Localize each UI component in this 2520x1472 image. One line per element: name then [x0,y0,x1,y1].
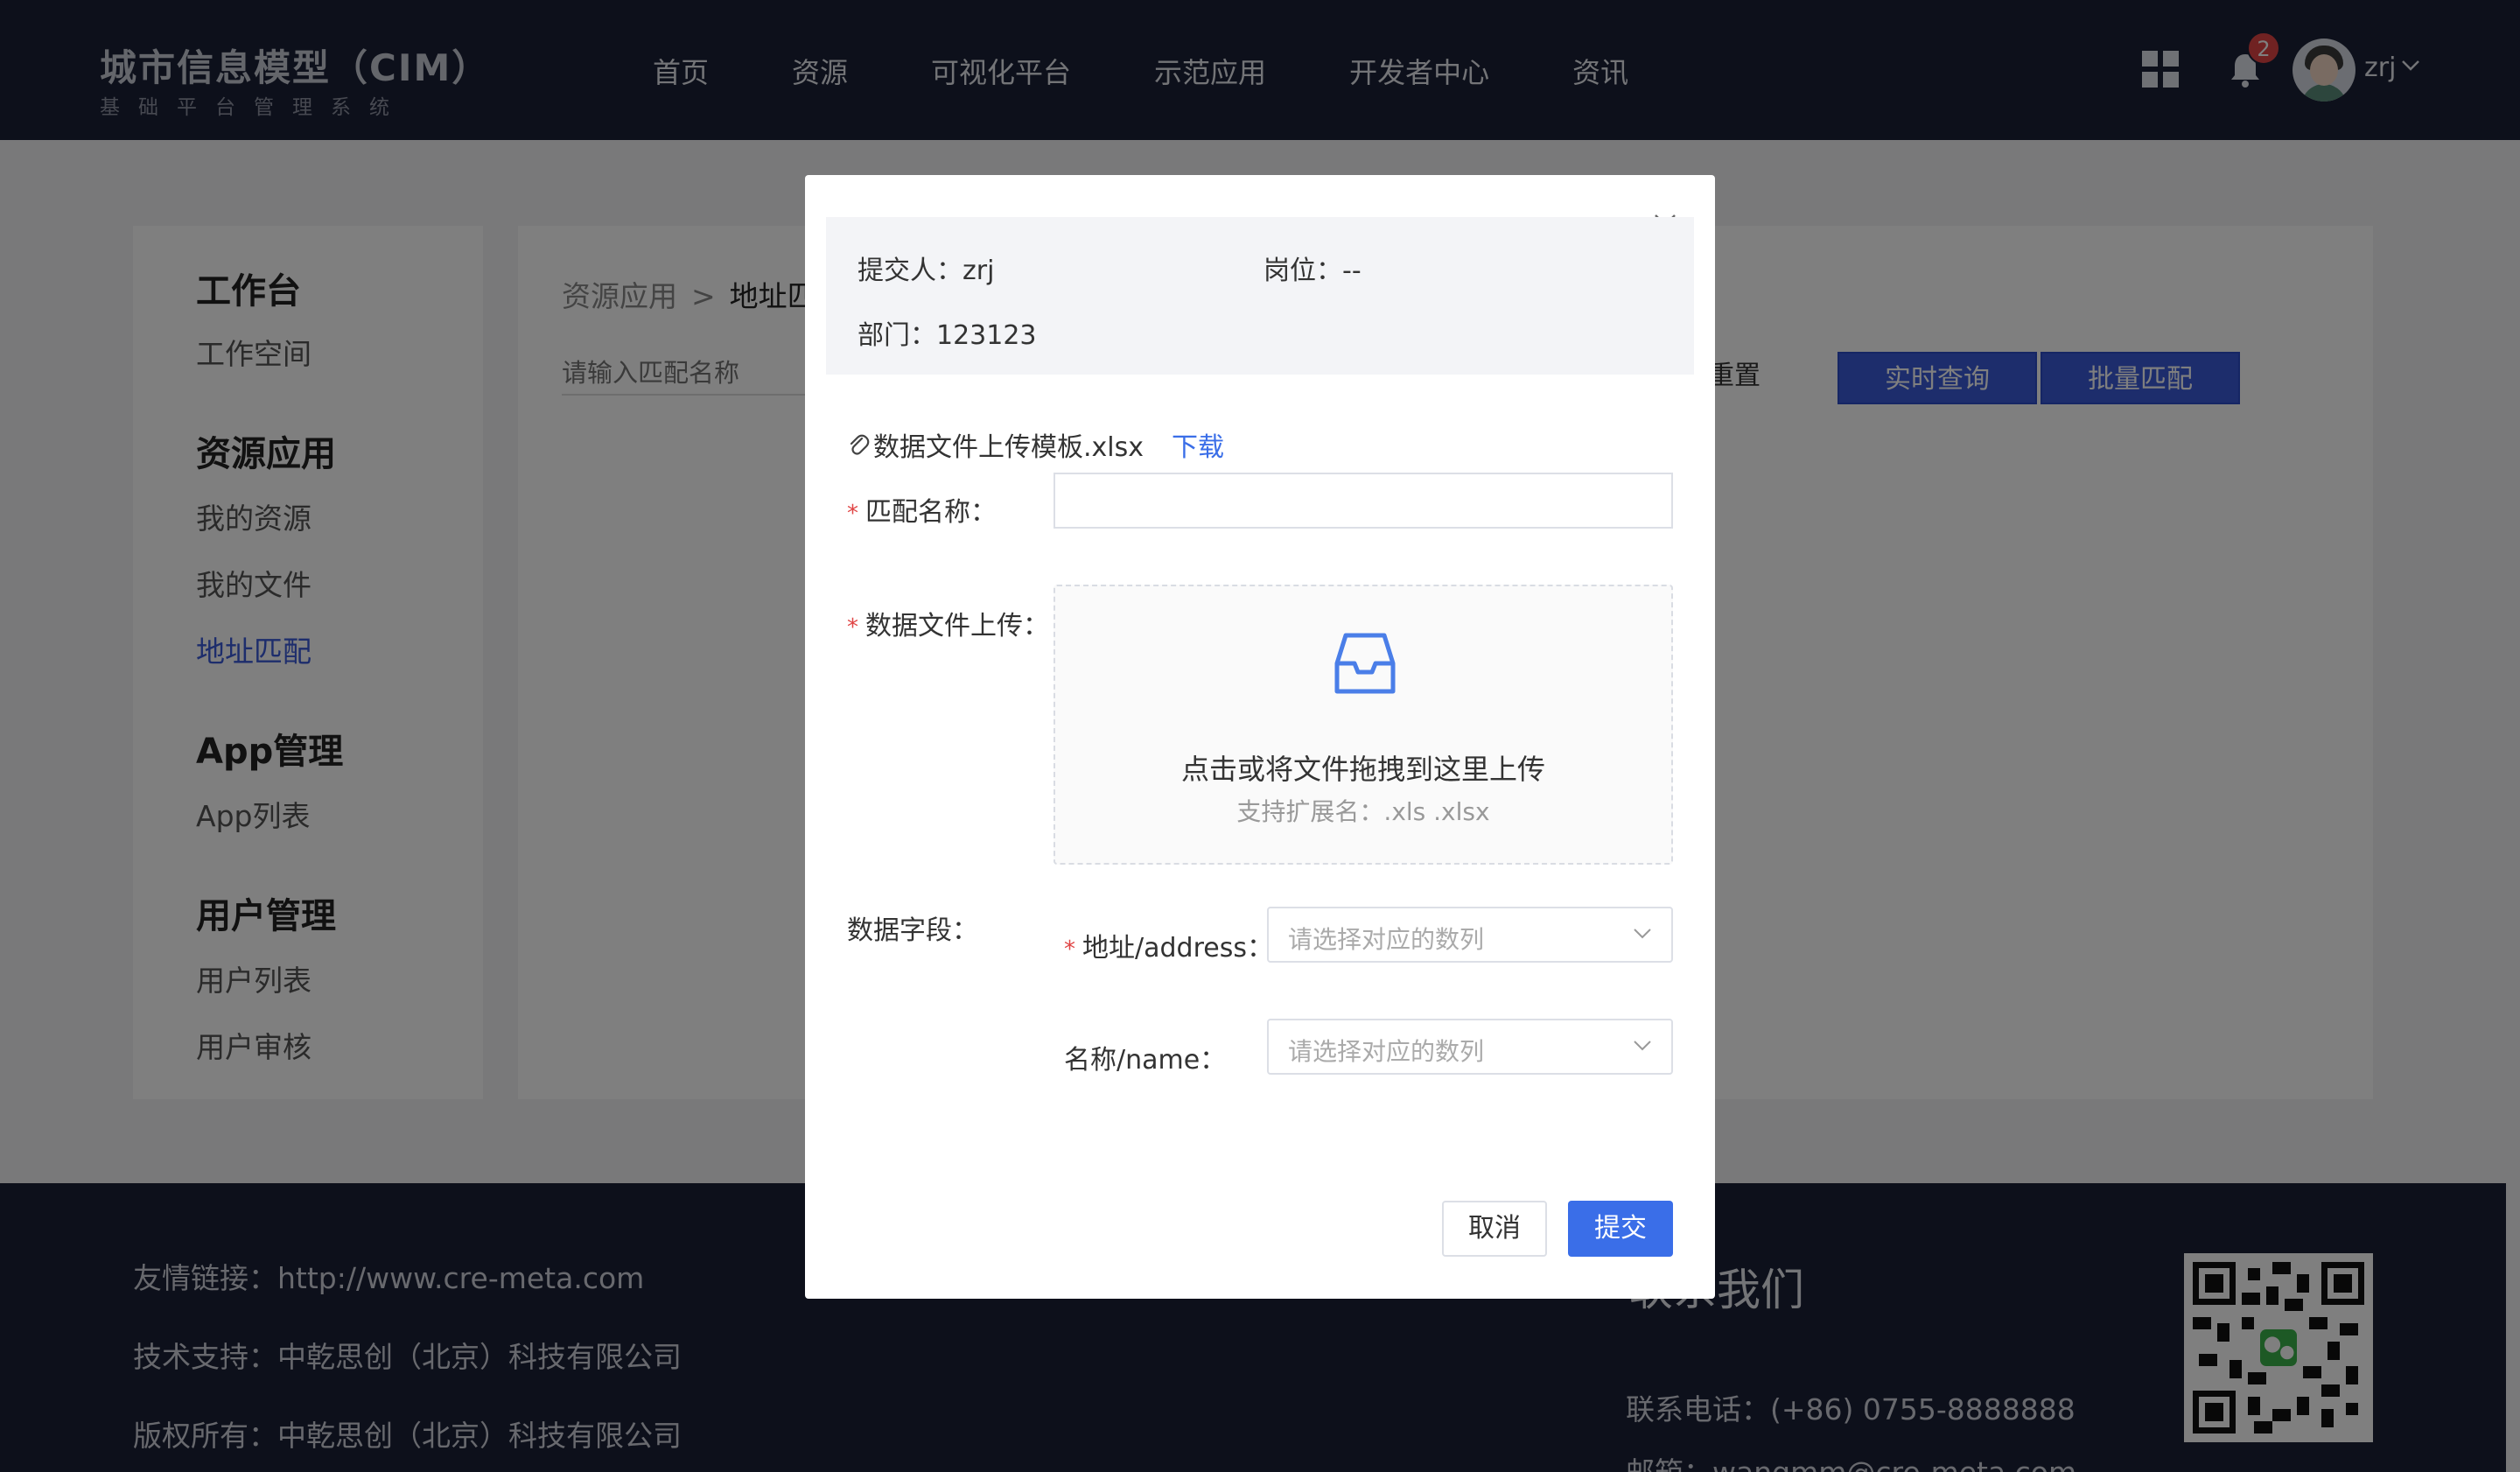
name-field-label: 名称/name： [1064,1045,1227,1076]
select-placeholder: 请选择对应的数列 [1288,1037,1485,1066]
submitter-label: 提交人：zrj [858,256,995,286]
download-link[interactable]: 下载 [1172,425,1224,464]
required-mark: * [1064,936,1075,963]
department-label: 部门：123123 [858,320,1037,351]
position-label: 岗位：-- [1264,256,1362,286]
match-name-label: * 匹配名称： [847,497,997,528]
match-name-field[interactable] [1054,473,1673,529]
chevron-down-icon [1634,1041,1651,1051]
name-column-select[interactable]: 请选择对应的数列 [1267,1019,1673,1075]
upload-label: * 数据文件上传： [847,611,1049,641]
required-mark: * [847,501,858,527]
template-file-row: 数据文件上传模板.xlsx 下载 [847,425,1224,464]
select-placeholder: 请选择对应的数列 [1288,925,1485,954]
file-upload-dropzone[interactable]: 点击或将文件拖拽到这里上传 支持扩展名：.xls .xlsx [1054,585,1673,865]
required-mark: * [847,614,858,641]
submitter-info-panel: 提交人：zrj 岗位：-- 部门：123123 [826,217,1694,375]
upload-extension-hint: 支持扩展名：.xls .xlsx [1236,797,1490,826]
submit-button[interactable]: 提交 [1568,1201,1673,1257]
template-file-name[interactable]: 数据文件上传模板.xlsx [873,425,1144,464]
paperclip-icon [850,434,870,455]
address-field-label: * 地址/address： [1064,933,1273,964]
upload-instruction: 点击或将文件拖拽到这里上传 [1180,753,1545,786]
address-column-select[interactable]: 请选择对应的数列 [1267,907,1673,963]
cancel-button[interactable]: 取消 [1442,1201,1547,1257]
data-fields-label: 数据字段： [847,915,978,946]
address-match-dialog: 提交人：zrj 岗位：-- 部门：123123 数据文件上传模板.xlsx 下载… [805,175,1715,1299]
chevron-down-icon [1634,929,1651,939]
inbox-icon [1334,633,1396,694]
